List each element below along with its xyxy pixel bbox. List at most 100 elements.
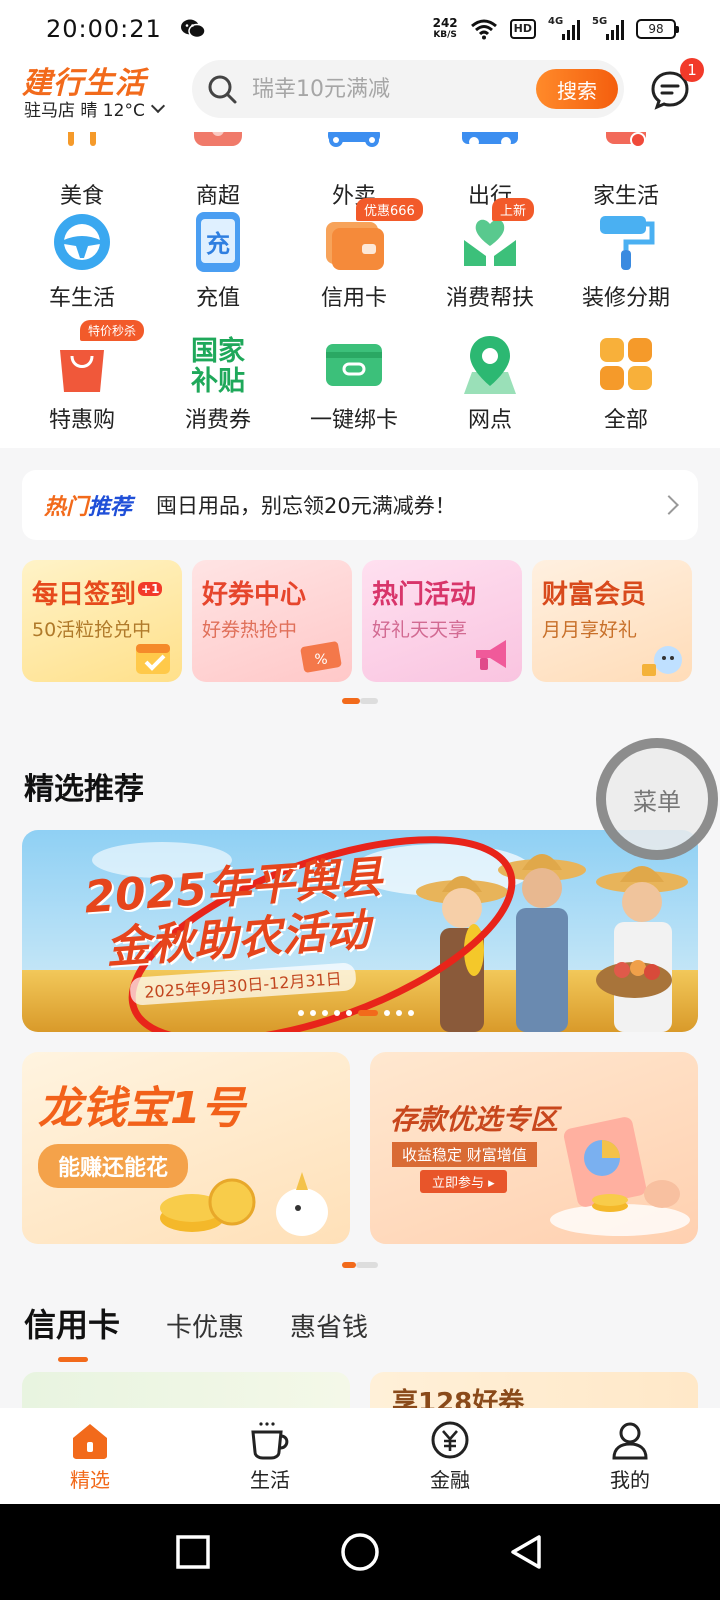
helping-hands-icon: 上新 (458, 198, 535, 274)
join-now-button[interactable]: 立即参与 ▸ (420, 1170, 507, 1193)
grid-item-travel[interactable]: 出行 (420, 132, 560, 210)
hot-recommend-text: 囤日用品，别忘领20元满减券！ (156, 494, 456, 518)
location-pin-icon (458, 332, 522, 396)
recent-apps-icon[interactable] (175, 1534, 211, 1570)
tab-credit-card[interactable]: 信用卡 (24, 1300, 120, 1362)
search-bar[interactable]: 搜索 (192, 60, 624, 118)
subsidy-text-2: 补贴 (191, 366, 245, 396)
grid-item-label: 装修分期 (581, 286, 670, 311)
activity-title: 热门活动 (372, 580, 477, 610)
dragon-mascot-icon (642, 646, 682, 676)
hot-recommend-bar[interactable]: 热门推荐 囤日用品，别忘领20元满减券！ (22, 470, 698, 540)
cup-icon (251, 1421, 289, 1459)
food-icon (50, 132, 114, 172)
megaphone-icon (476, 640, 506, 670)
search-icon (208, 75, 237, 104)
activity-title: 每日签到 +1 (32, 574, 172, 611)
svg-text:%: % (314, 652, 327, 668)
longqianbao-title: 龙钱宝1号 (38, 1083, 245, 1134)
nav-mine[interactable]: 我的 (540, 1408, 720, 1504)
national-subsidy-icon: 国家 补贴 (186, 332, 250, 397)
credit-card-icon: 优惠666 (322, 198, 423, 274)
longqianbao-banner[interactable]: 龙钱宝1号 能赚还能花 (22, 1052, 350, 1244)
grid-item-food[interactable]: 美食 (12, 132, 152, 210)
paint-roller-icon (594, 210, 658, 274)
profile-icon (612, 1422, 648, 1459)
grid-item-label: 消费帮扶 (445, 286, 534, 311)
subsidy-text-1: 国家 (191, 335, 245, 367)
grid-item-bind-card[interactable]: 一键绑卡 (284, 332, 424, 434)
harvest-activity-banner[interactable]: 2025年平舆县 金秋助农活动 2025年9月30日-12月31日 (22, 830, 698, 1032)
grid-item-label: 消费券 (184, 408, 251, 433)
nav-finance[interactable]: 金融 (360, 1408, 540, 1504)
app-header: 建行生活 驻马店 晴 12°C 搜索 1 (0, 58, 720, 132)
activity-title: 财富会员 (542, 580, 647, 610)
grid-item-consumer-help[interactable]: 上新 消费帮扶 (420, 198, 560, 312)
recharge-icon: 充 (186, 210, 250, 274)
nav-label: 我的 (610, 1467, 650, 1492)
activity-card-checkin[interactable]: 每日签到 +1 50活粒抢兑中 (22, 560, 182, 682)
coins-mascot-illustration (160, 1172, 328, 1236)
bottom-navigation: 精选 生活 金融 我的 (0, 1408, 720, 1504)
system-navigation-bar (0, 1504, 720, 1600)
activity-card-hot-events[interactable]: 热门活动 好礼天天享 (362, 560, 522, 682)
chevron-right-icon (659, 495, 679, 515)
grid-item-credit-card[interactable]: 优惠666 信用卡 (284, 198, 424, 312)
recharge-icon-text: 充 (206, 230, 230, 258)
back-triangle-icon[interactable] (509, 1534, 545, 1570)
grid-item-recharge[interactable]: 充 充值 (148, 210, 288, 312)
grid-item-branches[interactable]: 网点 (420, 332, 560, 434)
status-bar: 20:00:21 242 KB/S HD 4G 5G 98 (0, 0, 720, 58)
grid-item-vouchers[interactable]: 国家 补贴 消费券 (148, 332, 288, 434)
shopping-bag-icon: 特价秒杀 (50, 320, 145, 396)
home-circle-icon[interactable] (340, 1532, 380, 1572)
deposit-zone-banner[interactable]: 存款优选专区 收益稳定 财富增值 立即参与 ▸ (370, 1052, 698, 1244)
delivery-icon (322, 132, 386, 172)
coupon-promo-card[interactable]: 享128好券 (370, 1372, 698, 1412)
grid-item-special-buy[interactable]: 特价秒杀 特惠购 (12, 320, 152, 434)
hd-badge: HD (509, 19, 536, 39)
signal-5g-label: 5G (592, 16, 608, 27)
signal-4g-label: 4G (548, 16, 564, 27)
grid-item-label: 特惠购 (48, 408, 115, 433)
floating-menu-button[interactable]: 菜单 (596, 738, 718, 860)
grid-item-all[interactable]: 全部 (556, 332, 696, 434)
home-icon (73, 1423, 107, 1459)
search-input[interactable] (252, 76, 536, 102)
activity-card-wealth-member[interactable]: 财富会员 月月享好礼 (532, 560, 692, 682)
grid-item-renovation[interactable]: 装修分期 (556, 210, 696, 312)
hot-logo-part1: 热门 (44, 495, 89, 520)
credit-card-promo-card[interactable] (22, 1372, 350, 1412)
nav-featured[interactable]: 精选 (0, 1408, 180, 1504)
wifi-icon (470, 19, 497, 40)
section-title-featured: 精选推荐 (24, 772, 144, 807)
nav-life[interactable]: 生活 (180, 1408, 360, 1504)
activity-page-indicator (342, 698, 378, 704)
signal-4g-icon: 4G (548, 16, 580, 40)
sub-banner-page-indicator (342, 1262, 378, 1268)
grid-item-label: 商超 (195, 184, 240, 209)
hot-recommend-logo: 热门推荐 (44, 489, 132, 521)
nav-label: 金融 (430, 1467, 470, 1492)
grid-item-supermarket[interactable]: 商超 (148, 132, 288, 210)
travel-icon (458, 132, 522, 172)
location-selector[interactable]: 驻马店 晴 12°C (24, 96, 165, 121)
nav-label: 生活 (250, 1467, 290, 1492)
activity-card-coupons[interactable]: 好券中心 好券热抢中 % (192, 560, 352, 682)
nav-label: 精选 (70, 1467, 110, 1492)
grid-item-label: 家生活 (592, 184, 659, 209)
coupon-icon: % (300, 641, 342, 673)
wealth-chart-illustration (550, 1117, 690, 1236)
grid-item-home-life[interactable]: 家生活 (556, 132, 696, 210)
grid-item-label: 网点 (467, 408, 512, 433)
tag-badge: 优惠666 (356, 198, 423, 221)
yuan-icon (431, 1421, 469, 1458)
tab-save-money[interactable]: 惠省钱 (290, 1307, 368, 1344)
tag-badge: 上新 (492, 198, 535, 221)
home-life-icon (594, 132, 658, 172)
grid-item-car-life[interactable]: 车生活 (12, 210, 152, 312)
grid-item-label: 美食 (59, 184, 104, 209)
search-button[interactable]: 搜索 (536, 69, 618, 109)
tab-card-offers[interactable]: 卡优惠 (166, 1307, 244, 1344)
all-apps-icon (594, 332, 658, 396)
